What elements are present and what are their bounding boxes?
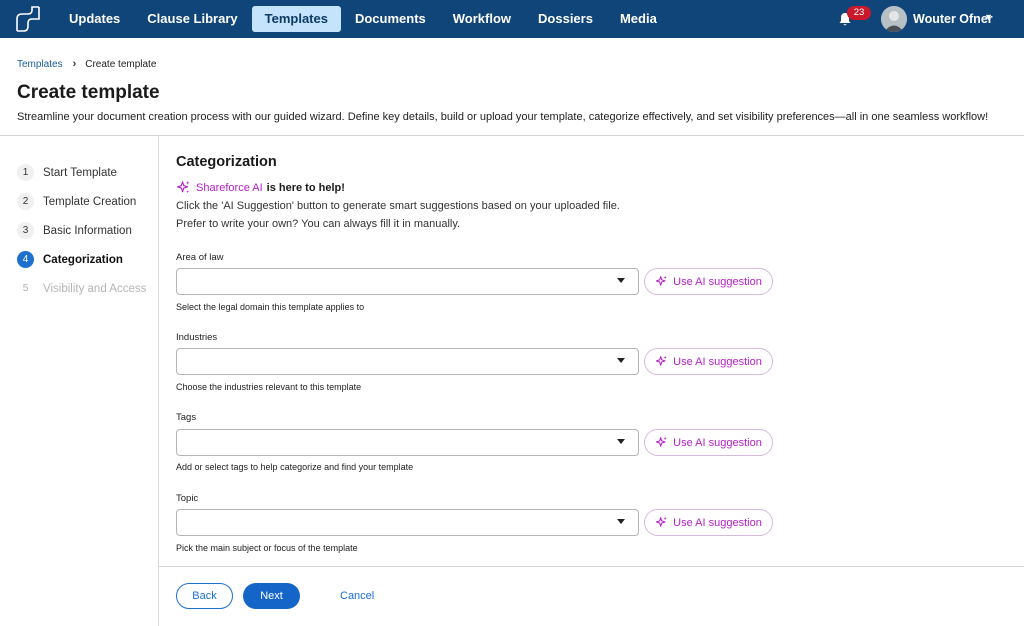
topic-label: Topic <box>176 493 199 504</box>
user-name[interactable]: Wouter Ofner <box>913 12 993 26</box>
dropdown-caret-icon <box>617 519 625 524</box>
dropdown-caret-icon <box>617 439 625 444</box>
step-basic-information[interactable]: 3 Basic Information <box>17 216 146 245</box>
step-label: Basic Information <box>43 224 132 237</box>
step-label: Start Template <box>43 166 117 179</box>
notification-count-badge: 23 <box>847 6 871 20</box>
ai-suggestion-label: Use AI suggestion <box>673 275 762 288</box>
topic-helper-text: Pick the main subject or focus of the te… <box>176 543 358 553</box>
ai-sparkle-icon <box>656 355 667 366</box>
nav-media[interactable]: Media <box>607 6 670 32</box>
nav-dossiers[interactable]: Dossiers <box>525 6 606 32</box>
section-title: Categorization <box>176 154 277 170</box>
footer-divider <box>159 566 1024 567</box>
area-of-law-helper-text: Select the legal domain this template ap… <box>176 302 365 312</box>
topic-ai-suggestion-button[interactable]: Use AI suggestion <box>644 509 773 536</box>
step-start-template[interactable]: 1 Start Template <box>17 158 146 187</box>
area-of-law-label: Area of law <box>176 252 224 263</box>
shareforce-logo-icon[interactable] <box>15 5 41 33</box>
breadcrumb: Templates › Create template <box>17 58 156 70</box>
ai-suggestion-label: Use AI suggestion <box>673 516 762 529</box>
nav-documents[interactable]: Documents <box>342 6 439 32</box>
step-label: Visibility and Access <box>43 282 147 295</box>
ai-suggestion-label: Use AI suggestion <box>673 436 762 449</box>
step-number: 2 <box>17 193 34 210</box>
industries-ai-suggestion-button[interactable]: Use AI suggestion <box>644 348 773 375</box>
area-of-law-ai-suggestion-button[interactable]: Use AI suggestion <box>644 268 773 295</box>
step-label: Template Creation <box>43 195 137 208</box>
cancel-button[interactable]: Cancel <box>340 590 374 602</box>
step-visibility-and-access: 5 Visibility and Access <box>17 274 147 303</box>
tags-label: Tags <box>176 412 197 423</box>
step-number: 5 <box>22 283 29 294</box>
user-avatar[interactable] <box>881 6 907 32</box>
industries-select[interactable] <box>176 348 639 375</box>
user-avatar-icon <box>881 6 907 32</box>
step-number: 4 <box>17 251 34 268</box>
main-nav: Updates Clause Library Templates Documen… <box>56 6 671 32</box>
industries-label: Industries <box>176 332 218 343</box>
ai-manual-text: Prefer to write your own? You can always… <box>176 218 461 230</box>
nav-clause-library[interactable]: Clause Library <box>134 6 250 32</box>
wizard-steps: 1 Start Template 2 Template Creation 3 B… <box>17 158 146 303</box>
page-description: Streamline your document creation proces… <box>17 111 989 123</box>
step-template-creation[interactable]: 2 Template Creation <box>17 187 146 216</box>
page-title: Create template <box>17 82 160 103</box>
breadcrumb-current: Create template <box>85 58 157 70</box>
nav-workflow[interactable]: Workflow <box>440 6 524 32</box>
top-nav-bar: Updates Clause Library Templates Documen… <box>0 0 1024 38</box>
ai-brand-name: Shareforce AI <box>196 181 263 194</box>
tags-select[interactable] <box>176 429 639 456</box>
tags-helper-text: Add or select tags to help categorize an… <box>176 462 414 472</box>
step-categorization[interactable]: 4 Categorization <box>17 245 146 274</box>
tags-ai-suggestion-button[interactable]: Use AI suggestion <box>644 429 773 456</box>
step-label: Categorization <box>43 253 123 266</box>
ai-help-text: is here to help! <box>266 181 345 194</box>
ai-suggestion-label: Use AI suggestion <box>673 355 762 368</box>
topic-select[interactable] <box>176 509 639 536</box>
ai-sparkle-icon <box>656 516 667 527</box>
nav-updates[interactable]: Updates <box>56 6 133 32</box>
ai-instruction-text: Click the 'AI Suggestion' button to gene… <box>176 200 620 212</box>
ai-sparkle-icon <box>177 180 190 194</box>
header-divider <box>0 135 1024 136</box>
dropdown-caret-icon <box>617 358 625 363</box>
user-menu-caret-icon[interactable]: ▼ <box>984 12 993 22</box>
industries-helper-text: Choose the industries relevant to this t… <box>176 382 362 392</box>
area-of-law-select[interactable] <box>176 268 639 295</box>
step-number: 3 <box>17 222 34 239</box>
ai-sparkle-icon <box>656 436 667 447</box>
breadcrumb-chevron-right-icon: › <box>72 58 77 70</box>
nav-templates[interactable]: Templates <box>251 6 341 32</box>
ai-sparkle-icon <box>656 275 667 286</box>
step-number: 1 <box>17 164 34 181</box>
breadcrumb-templates-link[interactable]: Templates <box>17 59 63 70</box>
sidebar-divider <box>158 136 159 626</box>
dropdown-caret-icon <box>617 278 625 283</box>
ai-help-line: Shareforce AI is here to help! <box>176 180 345 195</box>
next-button[interactable]: Next <box>243 583 300 609</box>
back-button[interactable]: Back <box>176 583 233 609</box>
